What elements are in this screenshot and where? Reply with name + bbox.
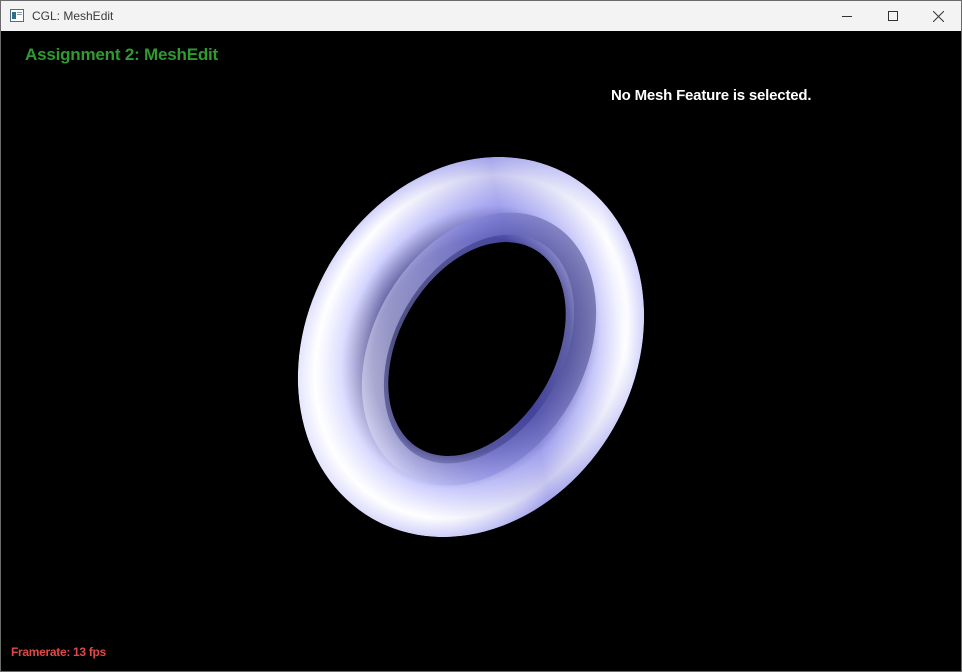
maximize-button[interactable] [870,1,916,31]
maximize-icon [888,11,898,21]
framerate-readout: Framerate: 13 fps [11,645,106,659]
selection-status-text: No Mesh Feature is selected. [611,87,812,104]
close-button[interactable] [915,1,961,31]
minimize-icon [842,11,852,21]
app-window: CGL: MeshEdit Assignment 2: MeshEdit No … [0,0,962,672]
torus-mesh[interactable] [1,31,961,671]
minimize-button[interactable] [824,1,870,31]
render-viewport[interactable]: Assignment 2: MeshEdit No Mesh Feature i… [1,31,961,671]
window-app-icon [10,9,24,22]
title-bar[interactable]: CGL: MeshEdit [1,1,961,31]
assignment-heading: Assignment 2: MeshEdit [25,45,219,64]
window-title: CGL: MeshEdit [32,9,114,23]
close-icon [932,10,944,22]
